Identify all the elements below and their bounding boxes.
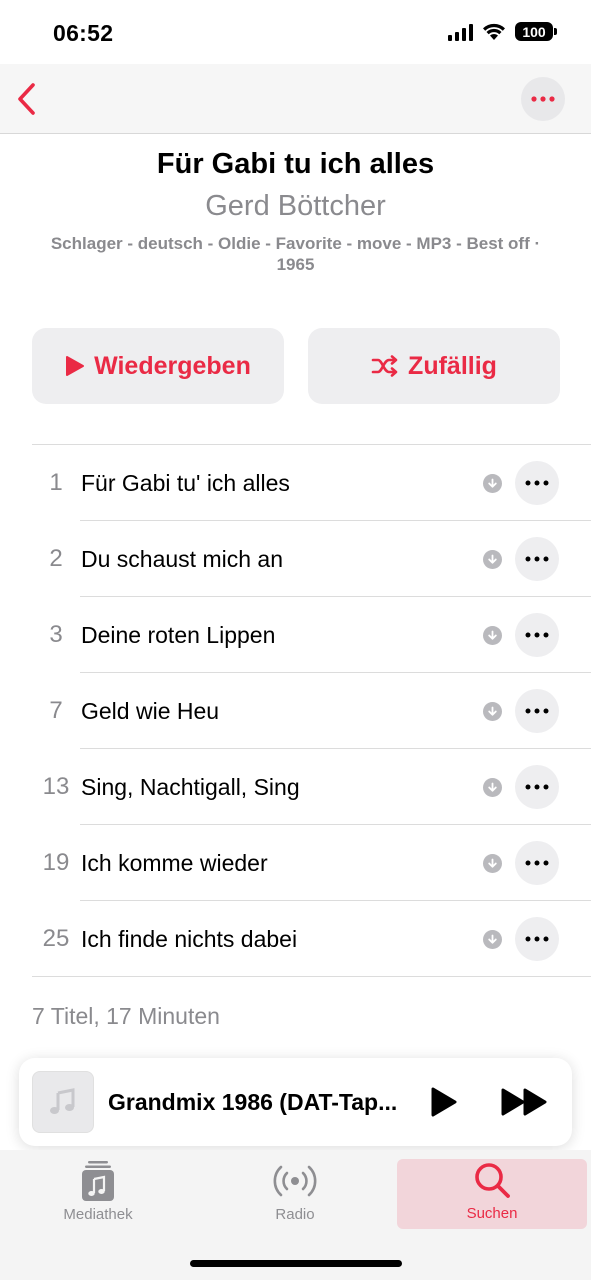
track-number: 3 <box>49 621 63 648</box>
downloaded-icon <box>483 626 502 645</box>
track-row[interactable]: 1 Für Gabi tu' ich alles <box>32 445 591 521</box>
library-icon <box>82 1161 114 1201</box>
battery-level: 100 <box>522 23 546 40</box>
shuffle-button-label: Zufällig <box>408 351 497 380</box>
wifi-icon <box>483 23 505 40</box>
home-indicator <box>190 1260 402 1267</box>
cellular-signal-icon <box>448 23 473 41</box>
ellipsis-icon <box>531 96 555 102</box>
tab-radio[interactable]: Radio <box>200 1160 390 1230</box>
track-summary: 7 Titel, 17 Minuten <box>32 1003 220 1029</box>
track-row[interactable]: 19 Ich komme wieder <box>32 825 591 901</box>
shuffle-icon <box>371 355 398 377</box>
chevron-left-icon <box>18 83 35 115</box>
track-row[interactable]: 3 Deine roten Lippen <box>32 597 591 673</box>
music-note-icon <box>50 1088 75 1114</box>
play-button[interactable]: Wiedergeben <box>32 328 284 404</box>
mini-play-button[interactable] <box>424 1082 464 1122</box>
tab-library-label: Mediathek <box>63 1206 133 1223</box>
track-row[interactable]: 13 Sing, Nachtigall, Sing <box>32 749 591 825</box>
shuffle-button[interactable]: Zufällig <box>308 328 560 404</box>
track-more-button[interactable] <box>515 613 559 657</box>
track-title: Deine roten Lippen <box>81 621 276 648</box>
ellipsis-icon <box>525 936 549 942</box>
play-icon <box>431 1087 457 1117</box>
track-title: Geld wie Heu <box>81 697 220 724</box>
track-row[interactable]: 2 Du schaust mich an <box>32 521 591 597</box>
ellipsis-icon <box>525 480 549 486</box>
track-number: 1 <box>49 469 63 496</box>
track-number: 13 <box>42 773 70 800</box>
radio-icon <box>273 1165 317 1197</box>
tab-search[interactable]: Suchen <box>397 1159 587 1229</box>
play-icon <box>66 356 85 376</box>
nav-bar <box>0 64 591 134</box>
track-more-button[interactable] <box>515 917 559 961</box>
downloaded-icon <box>483 930 502 949</box>
track-number: 7 <box>49 697 63 724</box>
artwork-placeholder <box>32 1071 94 1133</box>
track-list: 1 Für Gabi tu' ich alles 2 Du schaust mich … <box>32 444 591 977</box>
track-row[interactable]: 25 Ich finde nichts dabei <box>32 901 591 977</box>
track-more-button[interactable] <box>515 765 559 809</box>
tab-library[interactable]: Mediathek <box>3 1160 193 1230</box>
ellipsis-icon <box>525 556 549 562</box>
track-title: Du schaust mich an <box>81 545 283 572</box>
album-title: Für Gabi tu ich alles <box>156 148 435 180</box>
track-title: Sing, Nachtigall, Sing <box>81 773 300 800</box>
track-row[interactable]: 7 Geld wie Heu <box>32 673 591 749</box>
status-bar: 06:52 100 <box>0 0 591 64</box>
track-more-button[interactable] <box>515 461 559 505</box>
track-title: Für Gabi tu' ich alles <box>81 469 290 496</box>
album-meta: Schlager - deutsch - Oldie - Favorite - … <box>50 234 541 274</box>
tab-search-label: Suchen <box>466 1205 518 1222</box>
ellipsis-icon <box>525 708 549 714</box>
track-more-button[interactable] <box>515 537 559 581</box>
tab-radio-label: Radio <box>275 1206 315 1223</box>
track-number: 19 <box>42 849 70 876</box>
track-divider <box>32 976 591 977</box>
now-playing-title: Grandmix 1986 (DAT-Tap... <box>108 1089 398 1115</box>
downloaded-icon <box>483 702 502 721</box>
play-button-label: Wiedergeben <box>94 351 251 380</box>
downloaded-icon <box>483 854 502 873</box>
ellipsis-icon <box>525 784 549 790</box>
battery-icon: 100 <box>515 22 557 41</box>
status-time: 06:52 <box>53 20 114 46</box>
track-title: Ich finde nichts dabei <box>81 925 298 952</box>
downloaded-icon <box>483 550 502 569</box>
search-icon <box>475 1163 510 1198</box>
track-more-button[interactable] <box>515 689 559 733</box>
downloaded-icon <box>483 778 502 797</box>
artist-name[interactable]: Gerd Böttcher <box>0 190 591 223</box>
status-icons: 100 <box>448 22 557 41</box>
back-button[interactable] <box>12 80 42 118</box>
track-more-button[interactable] <box>515 841 559 885</box>
downloaded-icon <box>483 474 502 493</box>
track-number: 25 <box>42 925 70 952</box>
more-options-button[interactable] <box>521 77 565 121</box>
ellipsis-icon <box>525 860 549 866</box>
ellipsis-icon <box>525 632 549 638</box>
mini-player[interactable]: Grandmix 1986 (DAT-Tap... <box>19 1058 572 1146</box>
fast-forward-button[interactable] <box>497 1082 553 1122</box>
fast-forward-icon <box>501 1088 547 1116</box>
track-number: 2 <box>49 545 63 572</box>
track-title: Ich komme wieder <box>81 849 268 876</box>
